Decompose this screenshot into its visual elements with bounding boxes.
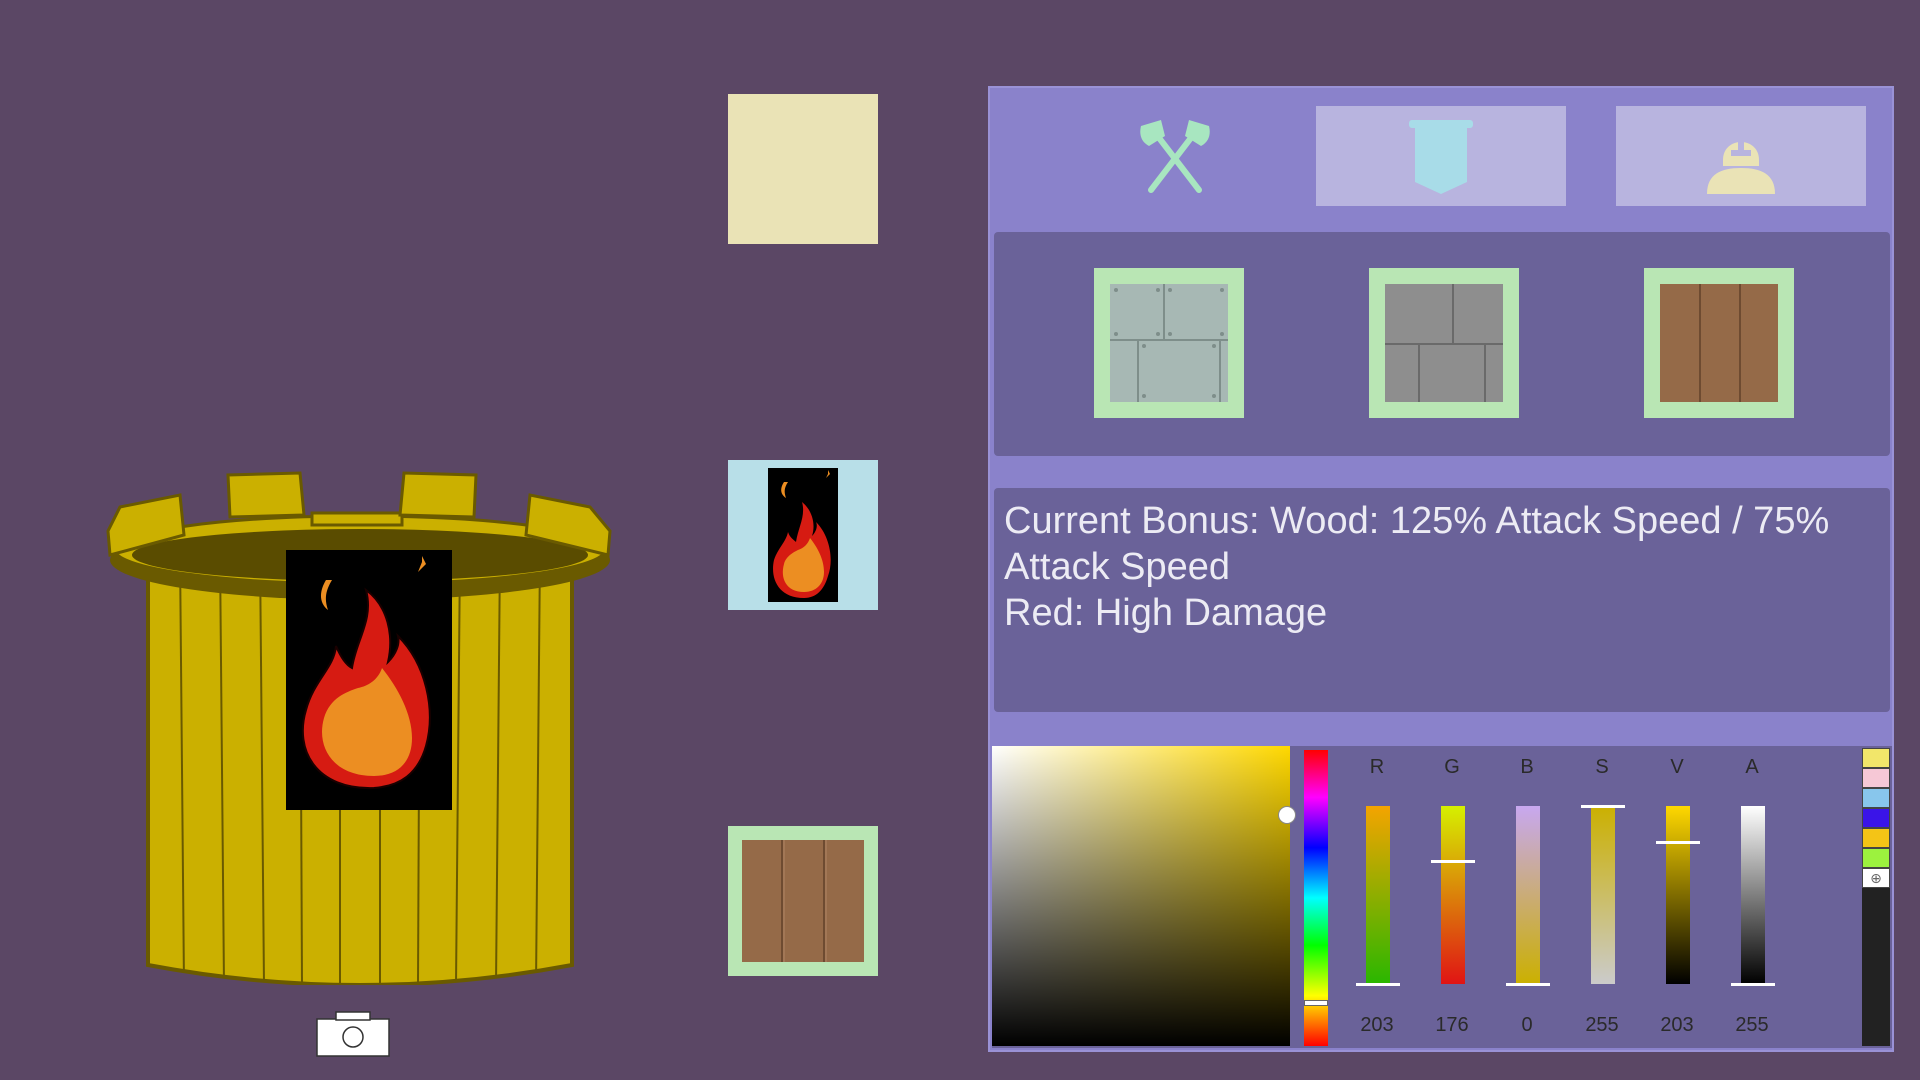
channel-label: G <box>1444 756 1460 778</box>
saturation-value-square[interactable] <box>992 746 1290 1046</box>
tower-preview <box>100 455 620 987</box>
channel-slider-a[interactable] <box>1741 806 1765 984</box>
channel-s: S 255 <box>1567 746 1637 1046</box>
color-swatch-strip: ⊕ <box>1862 748 1890 1046</box>
channel-v: V 203 <box>1642 746 1712 1046</box>
channel-value-a: 255 <box>1735 1014 1769 1036</box>
stone-bricks-texture <box>1385 284 1503 402</box>
channel-label: V <box>1670 756 1684 778</box>
riveted-metal-texture <box>1110 284 1228 402</box>
color-picker: ⊕ R 203 G 176 B 0 S 255 V 203 A 255 <box>992 746 1892 1048</box>
tab-helmet[interactable] <box>1616 106 1866 206</box>
channel-value-v: 203 <box>1660 1014 1694 1036</box>
channel-handle-b[interactable] <box>1506 983 1550 986</box>
wood-planks-texture <box>1660 284 1778 402</box>
channel-label: B <box>1520 756 1534 778</box>
channel-g: G 176 <box>1417 746 1487 1046</box>
tab-weapons[interactable] <box>1050 106 1300 206</box>
channel-label: R <box>1369 756 1385 778</box>
channel-value-b: 0 <box>1521 1014 1533 1036</box>
flame-icon <box>768 468 838 602</box>
channel-handle-s[interactable] <box>1581 805 1625 808</box>
banner-icon <box>1409 120 1473 194</box>
material-selector <box>994 232 1890 456</box>
knight-helmet-icon <box>1707 138 1775 194</box>
channel-label: A <box>1745 756 1759 778</box>
color-swatch[interactable] <box>1862 848 1890 868</box>
channel-slider-v[interactable] <box>1666 806 1690 984</box>
bonus-text: Current Bonus: Wood: 125% Attack Speed /… <box>1004 500 1830 634</box>
channel-r: R 203 <box>1342 746 1412 1046</box>
crossed-axes-icon <box>1140 120 1210 193</box>
color-swatch[interactable] <box>1862 788 1890 808</box>
screenshot-button[interactable] <box>316 1011 390 1057</box>
color-swatch[interactable] <box>1862 748 1890 768</box>
wooden-tower <box>106 471 612 987</box>
channel-value-g: 176 <box>1435 1014 1469 1036</box>
banner-preview[interactable] <box>728 460 878 610</box>
channel-label: S <box>1595 756 1609 778</box>
customization-panel: Current Bonus: Wood: 125% Attack Speed /… <box>988 86 1894 1052</box>
channel-slider-s[interactable] <box>1591 806 1615 984</box>
saturation-value-handle[interactable] <box>1278 806 1296 824</box>
color-swatch[interactable] <box>1862 808 1890 828</box>
channel-handle-a[interactable] <box>1731 983 1775 986</box>
channel-b: B0 <box>1492 746 1562 1046</box>
channel-slider-r[interactable] <box>1366 806 1390 984</box>
hue-handle[interactable] <box>1304 1000 1328 1006</box>
color-swatch[interactable] <box>1862 768 1890 788</box>
channel-slider-g[interactable] <box>1441 806 1465 984</box>
channel-handle-r[interactable] <box>1356 983 1400 986</box>
channel-a: A 255 <box>1717 746 1787 1046</box>
channel-value-r: 203 <box>1360 1014 1394 1036</box>
add-swatch-button[interactable]: ⊕ <box>1862 868 1890 888</box>
material-preview[interactable] <box>728 826 878 976</box>
color-preview-swatch[interactable] <box>728 94 878 244</box>
material-slot-wood[interactable] <box>1644 268 1794 418</box>
channel-slider-b[interactable] <box>1516 806 1540 984</box>
camera-icon <box>316 1011 390 1057</box>
channel-handle-g[interactable] <box>1431 860 1475 864</box>
bonus-info: Current Bonus: Wood: 125% Attack Speed /… <box>994 488 1890 712</box>
color-swatch[interactable] <box>1862 828 1890 848</box>
material-slot-stone[interactable] <box>1369 268 1519 418</box>
material-slot-iron[interactable] <box>1094 268 1244 418</box>
channel-value-s: 255 <box>1585 1014 1619 1036</box>
channel-handle-v[interactable] <box>1656 840 1700 844</box>
wood-planks-texture <box>742 840 864 962</box>
tab-banner[interactable] <box>1316 106 1566 206</box>
